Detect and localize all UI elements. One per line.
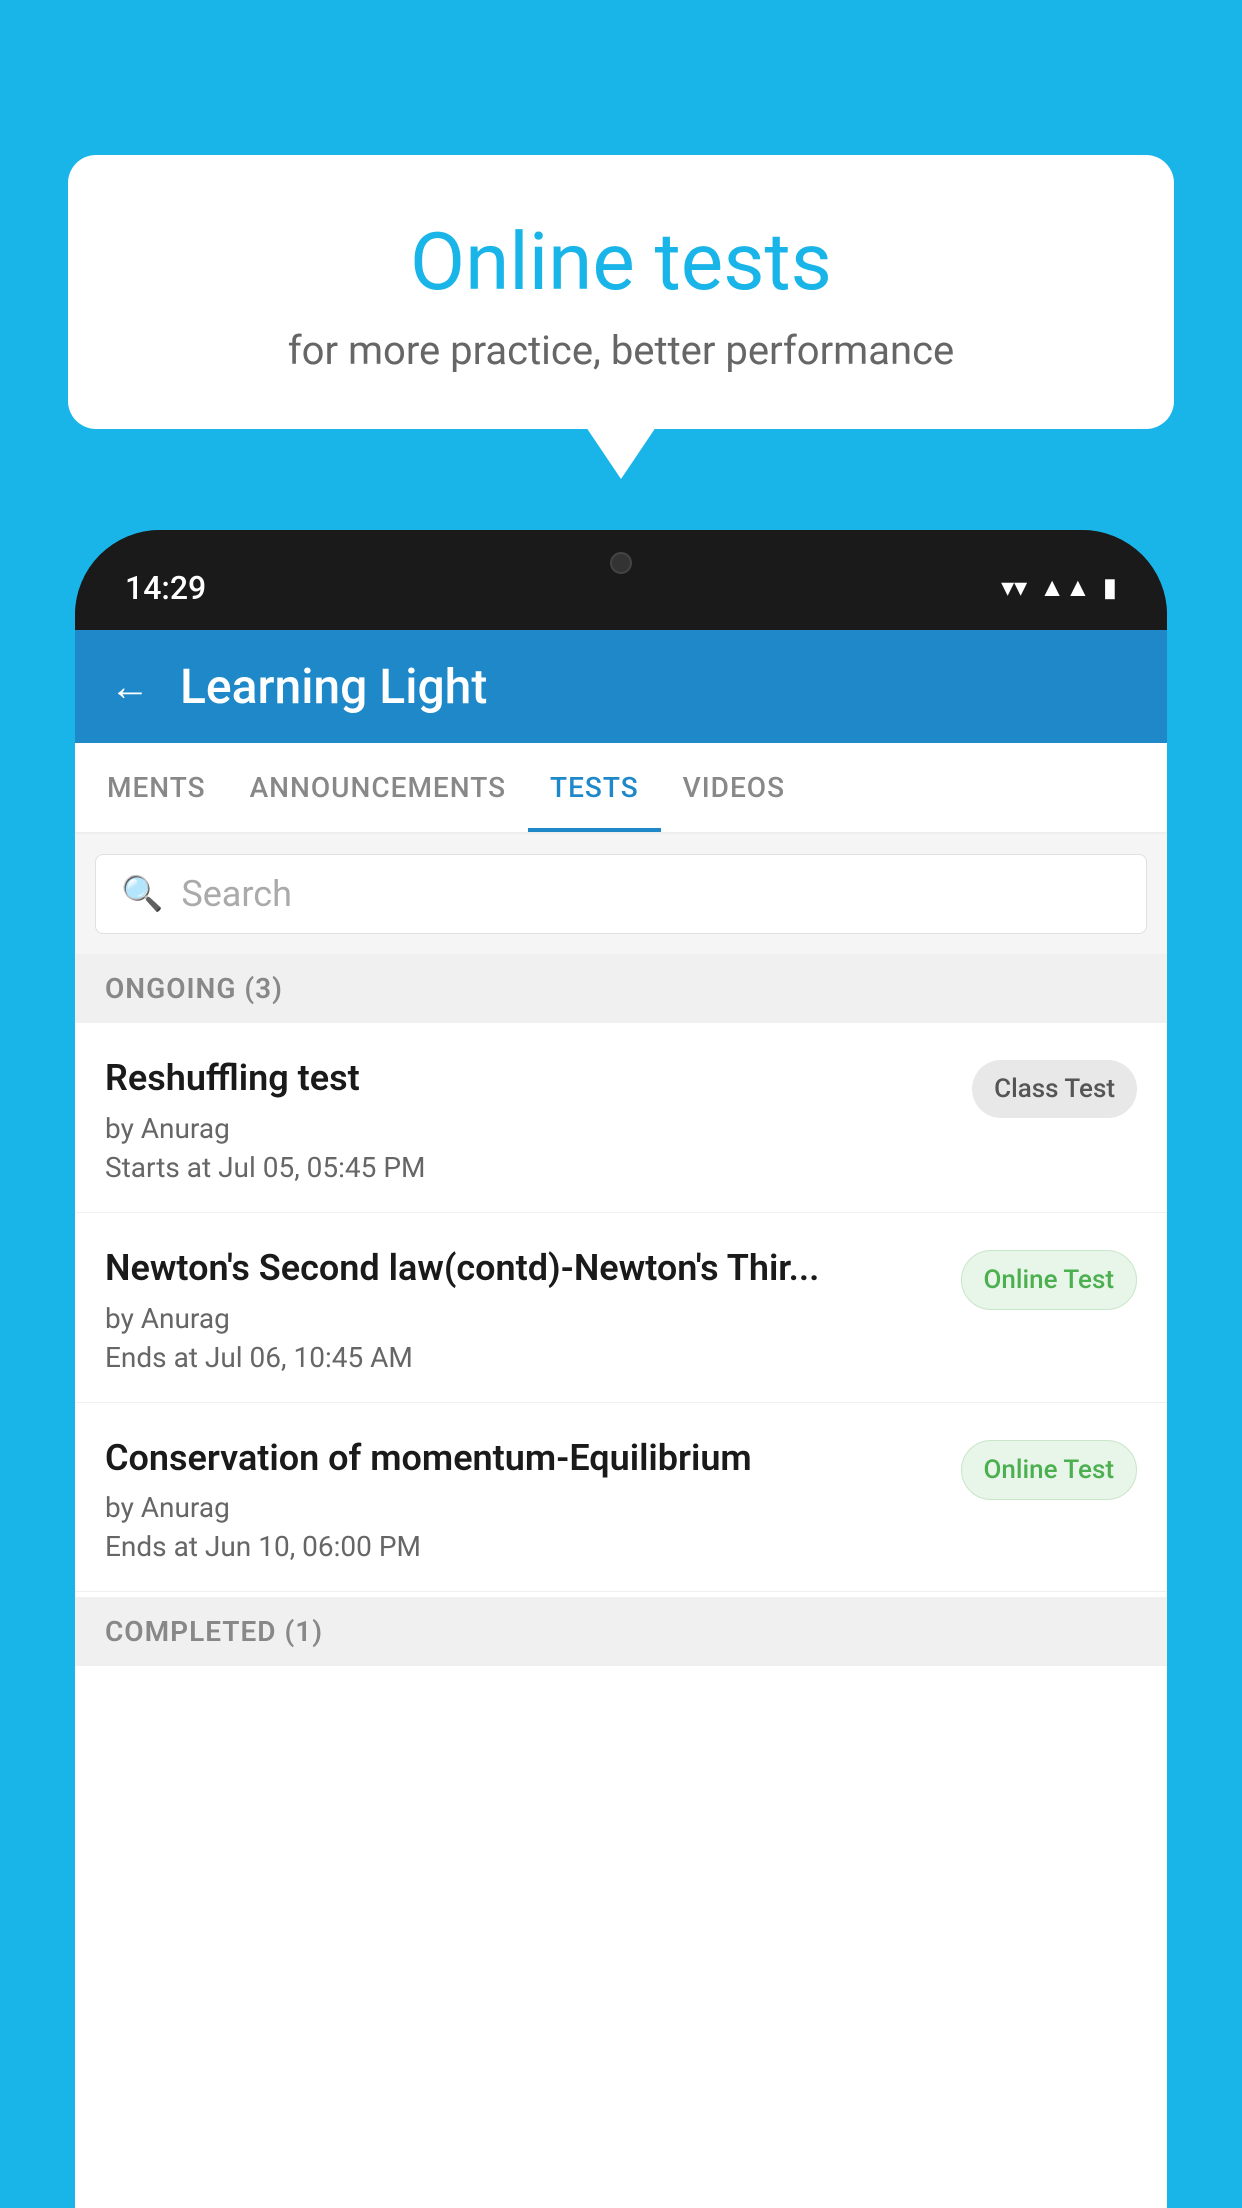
test-item-3[interactable]: Conservation of momentum-Equilibrium by …: [75, 1403, 1167, 1593]
search-icon: 🔍: [121, 874, 163, 914]
test-name-2: Newton's Second law(contd)-Newton's Thir…: [105, 1245, 941, 1292]
speech-bubble: Online tests for more practice, better p…: [68, 155, 1174, 429]
test-info-2: Newton's Second law(contd)-Newton's Thir…: [105, 1245, 941, 1374]
battery-icon: ▮: [1103, 573, 1117, 603]
back-button[interactable]: ←: [110, 663, 150, 710]
bubble-title: Online tests: [118, 215, 1124, 309]
section-ongoing-header: ONGOING (3): [75, 954, 1167, 1023]
tab-tests[interactable]: TESTS: [528, 743, 661, 832]
test-item-2[interactable]: Newton's Second law(contd)-Newton's Thir…: [75, 1213, 1167, 1403]
tab-ments[interactable]: MENTS: [85, 743, 228, 832]
tab-bar: MENTS ANNOUNCEMENTS TESTS VIDEOS: [75, 743, 1167, 834]
test-badge-3: Online Test: [961, 1440, 1138, 1500]
test-author-1: by Anurag: [105, 1112, 952, 1145]
tab-videos[interactable]: VIDEOS: [661, 743, 807, 832]
phone-camera: [610, 552, 632, 574]
test-item-1[interactable]: Reshuffling test by Anurag Starts at Jul…: [75, 1023, 1167, 1213]
test-name-1: Reshuffling test: [105, 1055, 952, 1102]
test-date-2: Ends at Jul 06, 10:45 AM: [105, 1341, 941, 1374]
phone-screen: ← Learning Light MENTS ANNOUNCEMENTS TES…: [75, 630, 1167, 2208]
search-placeholder: Search: [181, 873, 292, 915]
wifi-icon: ▾▾: [1001, 573, 1027, 603]
phone-notch: [521, 530, 721, 595]
search-bar[interactable]: 🔍 Search: [95, 854, 1147, 934]
bubble-subtitle: for more practice, better performance: [118, 327, 1124, 374]
test-list: Reshuffling test by Anurag Starts at Jul…: [75, 1023, 1167, 2208]
phone-frame: 14:29 ▾▾ ▲▲ ▮ ← Learning Light MENTS ANN…: [75, 530, 1167, 2208]
phone-status-bar: 14:29 ▾▾ ▲▲ ▮: [75, 530, 1167, 630]
app-header-title: Learning Light: [180, 658, 487, 715]
status-icons: ▾▾ ▲▲ ▮: [1001, 572, 1117, 603]
test-badge-2: Online Test: [961, 1250, 1138, 1310]
test-badge-1: Class Test: [972, 1060, 1137, 1118]
section-completed-header: COMPLETED (1): [75, 1597, 1167, 1666]
test-info-3: Conservation of momentum-Equilibrium by …: [105, 1435, 941, 1564]
test-info-1: Reshuffling test by Anurag Starts at Jul…: [105, 1055, 952, 1184]
test-date-1: Starts at Jul 05, 05:45 PM: [105, 1151, 952, 1184]
test-date-3: Ends at Jun 10, 06:00 PM: [105, 1530, 941, 1563]
search-container: 🔍 Search: [75, 834, 1167, 954]
tab-announcements[interactable]: ANNOUNCEMENTS: [228, 743, 528, 832]
test-author-3: by Anurag: [105, 1491, 941, 1524]
test-author-2: by Anurag: [105, 1302, 941, 1335]
app-header: ← Learning Light: [75, 630, 1167, 743]
test-name-3: Conservation of momentum-Equilibrium: [105, 1435, 941, 1482]
signal-icon: ▲▲: [1039, 572, 1090, 603]
status-time: 14:29: [125, 569, 206, 607]
